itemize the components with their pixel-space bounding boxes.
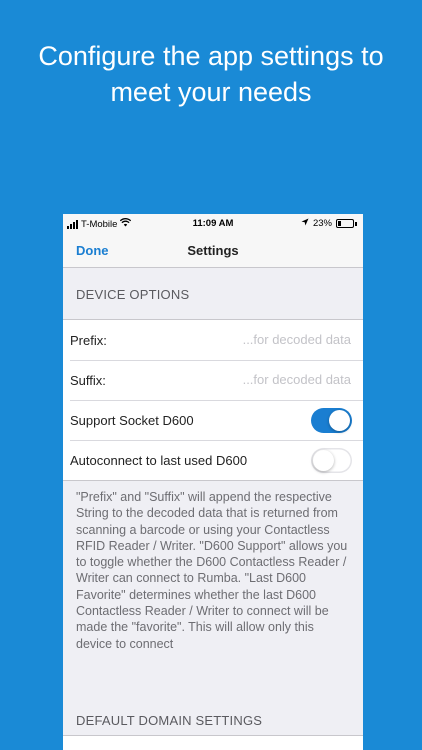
status-bar: T-Mobile 11:09 AM 23% (63, 214, 363, 234)
toggle-knob (329, 410, 350, 431)
navigation-bar: Done Settings (63, 234, 363, 268)
prefix-label: Prefix: (70, 332, 107, 348)
prefix-row[interactable]: Prefix: (63, 320, 363, 360)
promo-headline-line1: Configure the app settings to (38, 41, 384, 71)
promo-headline: Configure the app settings to meet your … (0, 38, 422, 110)
suffix-label: Suffix: (70, 372, 106, 388)
default-domain-header: DEFAULT DOMAIN SETTINGS (76, 713, 263, 728)
device-options-group: Prefix: Suffix: Support Socket D600 Auto… (63, 319, 363, 481)
phone-screen: T-Mobile 11:09 AM 23% Done Settings DEVI… (63, 214, 363, 750)
location-arrow-icon (301, 218, 309, 229)
device-options-footnote: "Prefix" and "Suffix" will append the re… (76, 490, 348, 651)
battery-icon (336, 219, 354, 228)
autoconnect-row: Autoconnect to last used D600 (63, 440, 363, 480)
prefix-input[interactable] (191, 332, 351, 347)
suffix-row[interactable]: Suffix: (63, 360, 363, 400)
autoconnect-label: Autoconnect to last used D600 (70, 452, 248, 468)
support-d600-row: Support Socket D600 (63, 400, 363, 440)
autoconnect-toggle[interactable] (311, 448, 352, 473)
device-options-header: DEVICE OPTIONS (76, 287, 190, 302)
toggle-knob (313, 450, 334, 471)
battery-cap (355, 221, 357, 226)
battery-percent: 23% (312, 218, 332, 229)
default-domain-group (63, 735, 363, 750)
status-right: 23% (301, 218, 357, 229)
support-d600-toggle[interactable] (311, 408, 352, 433)
support-d600-label: Support Socket D600 (70, 412, 194, 428)
suffix-input[interactable] (191, 372, 351, 387)
page-title: Settings (187, 243, 239, 258)
promo-headline-line2: meet your needs (110, 77, 312, 107)
